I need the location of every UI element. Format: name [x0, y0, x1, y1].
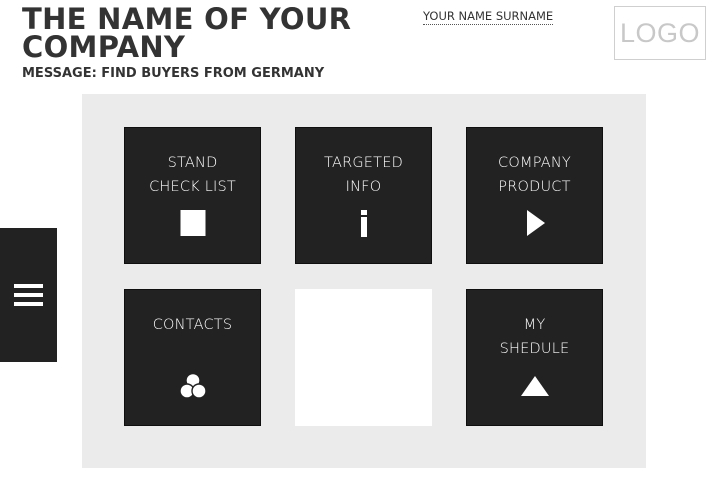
company-name: THE NAME OF YOUR COMPANY: [22, 2, 352, 64]
tile-label-line: TARGETED: [324, 155, 403, 171]
tile-label: COMPANY PRODUCT: [467, 151, 602, 199]
company-logo: LOGO: [614, 6, 706, 60]
tile-label-line: CHECK LIST: [149, 179, 236, 195]
tile-empty: [295, 289, 432, 426]
page: THE NAME OF YOUR COMPANY MESSAGE: FIND B…: [0, 0, 728, 480]
tile-label-line: INFO: [345, 179, 382, 195]
hamburger-icon: [14, 284, 43, 306]
tile-label-line: SHEDULE: [499, 341, 570, 357]
tiles-panel: STAND CHECK LIST TARGETED INFO COMPANY P…: [82, 94, 646, 468]
play-icon: [526, 210, 545, 236]
square-icon: [180, 210, 205, 236]
tile-label-line: COMPANY: [498, 155, 571, 171]
tile-targeted-info[interactable]: TARGETED INFO: [295, 127, 432, 264]
info-icon: [359, 210, 369, 237]
tile-label: TARGETED INFO: [296, 151, 431, 199]
tile-stand-check-list[interactable]: STAND CHECK LIST: [124, 127, 261, 264]
tile-company-product[interactable]: COMPANY PRODUCT: [466, 127, 603, 264]
tile-label: CONTACTS: [125, 313, 260, 337]
message-text: MESSAGE: FIND BUYERS FROM GERMANY: [22, 66, 325, 81]
tile-label-line: MY: [523, 317, 546, 333]
menu-toggle-button[interactable]: [0, 228, 57, 362]
tile-contacts[interactable]: CONTACTS: [124, 289, 261, 426]
tile-label-line: STAND: [167, 155, 218, 171]
triangle-up-icon: [520, 376, 549, 396]
tile-label: MY SHEDULE: [467, 313, 602, 361]
tile-my-shedule[interactable]: MY SHEDULE: [466, 289, 603, 426]
tile-label-line: PRODUCT: [498, 179, 571, 195]
tile-label-line: CONTACTS: [152, 317, 233, 333]
circles-icon: [178, 372, 207, 399]
user-name-link[interactable]: YOUR NAME SURNAME: [423, 9, 554, 25]
tile-label: STAND CHECK LIST: [125, 151, 260, 199]
